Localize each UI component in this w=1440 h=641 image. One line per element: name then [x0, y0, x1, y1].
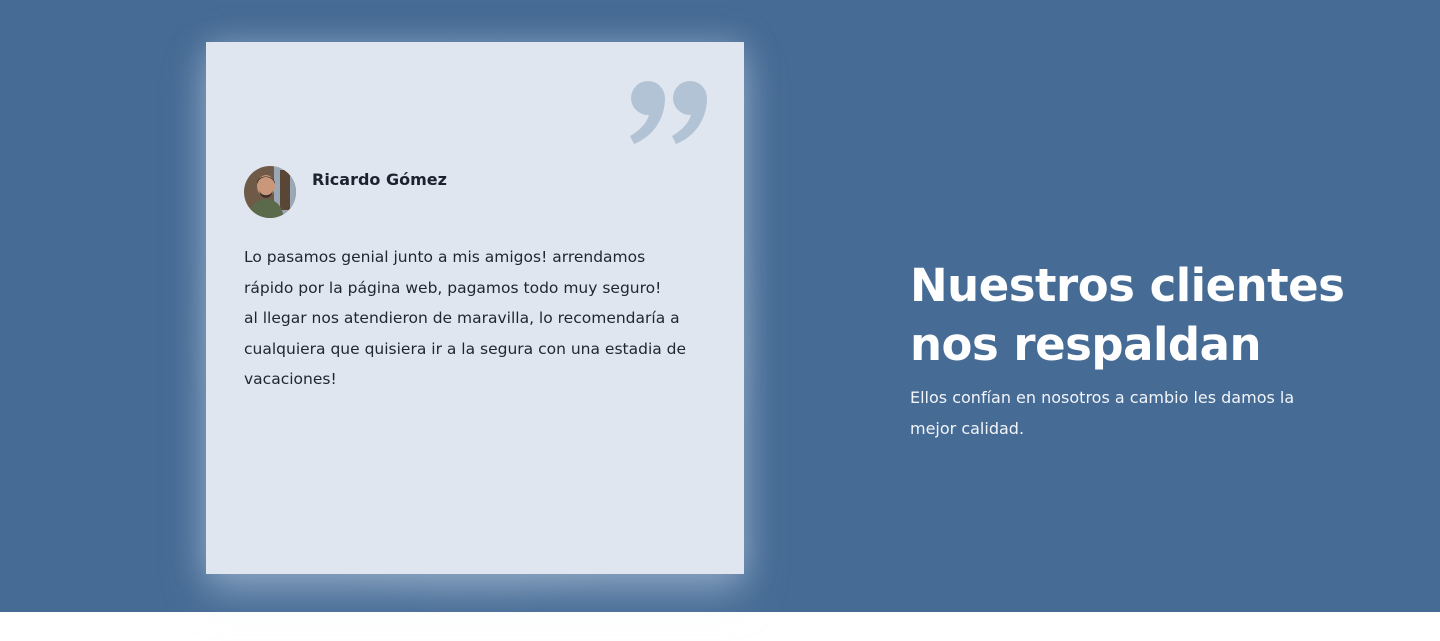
quote-icon — [630, 81, 707, 144]
avatar-photo — [244, 166, 296, 218]
section-subtitle: Ellos confían en nosotros a cambio les d… — [910, 388, 1295, 438]
avatar — [244, 166, 296, 218]
testimonial-card: Ricardo Gómez Lo pasamos genial junto a … — [206, 42, 744, 574]
testimonials-section: Ricardo Gómez Lo pasamos genial junto a … — [0, 0, 1440, 615]
testimonial-text: Lo pasamos genial junto a mis amigos! ar… — [244, 248, 687, 388]
testimonial-author-name: Ricardo Gómez — [312, 170, 447, 189]
section-title: Nuestros clientes nos respaldan — [910, 259, 1345, 371]
